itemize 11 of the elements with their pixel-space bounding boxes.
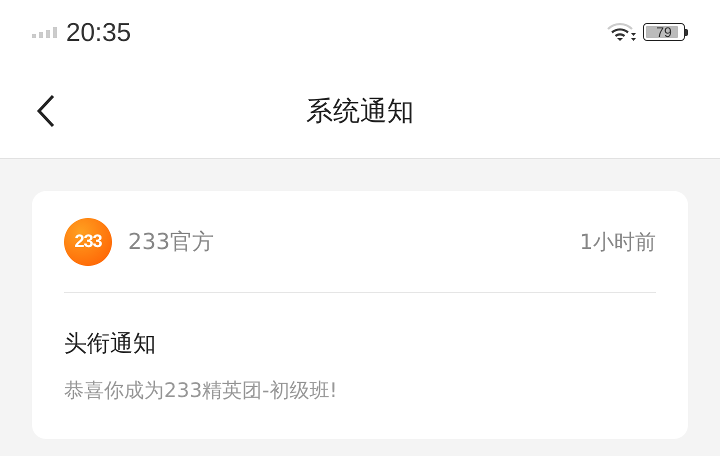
- sender-name: 233官方: [128, 228, 215, 256]
- page-title: 系统通知: [306, 95, 414, 129]
- wifi-icon: [607, 22, 637, 42]
- back-icon[interactable]: [36, 94, 56, 128]
- signal-icon: [32, 26, 58, 38]
- notification-message: 恭喜你成为233精英团-初级班!: [64, 377, 338, 404]
- timestamp: 1小时前: [580, 228, 656, 256]
- sender-logo: 233: [64, 218, 112, 266]
- notification-title: 头衔通知: [64, 330, 157, 359]
- battery-icon: 79: [643, 23, 685, 41]
- clock-time: 20:35: [66, 16, 132, 48]
